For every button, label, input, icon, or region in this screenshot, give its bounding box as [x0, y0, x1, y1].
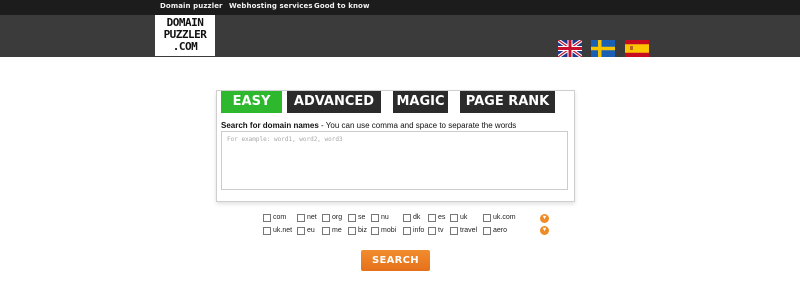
- tab-easy-label: EASY: [232, 94, 271, 109]
- search-panel: EASY ADVANCED MAGIC PAGE RANK Search for…: [216, 90, 575, 202]
- tab-advanced[interactable]: ADVANCED: [287, 91, 381, 113]
- tld-label: nu: [381, 214, 389, 221]
- tld-option-nu[interactable]: nu: [371, 213, 389, 223]
- top-nav: Domain puzzler Webhosting services Good …: [0, 0, 800, 15]
- tld-option-dk[interactable]: dk: [403, 213, 420, 223]
- tld-label: eu: [307, 227, 315, 234]
- tab-magic-label: MAGIC: [396, 94, 445, 109]
- tld-option-biz[interactable]: biz: [348, 226, 367, 236]
- checkbox[interactable]: [371, 214, 379, 222]
- checkbox[interactable]: [297, 214, 305, 222]
- tld-label: es: [438, 214, 446, 221]
- spanish-flag-icon[interactable]: [625, 40, 649, 57]
- checkbox[interactable]: [263, 214, 271, 222]
- tld-label: tv: [438, 227, 444, 234]
- tld-label: biz: [358, 227, 367, 234]
- tld-label: uk.com: [493, 214, 516, 221]
- header: DOMAIN PUZZLER .COM: [0, 15, 800, 57]
- logo-line-2: PUZZLER: [163, 28, 207, 41]
- search-instructions: Search for domain names - You can use co…: [221, 121, 516, 130]
- tld-option-org[interactable]: org: [322, 213, 342, 223]
- tld-option-com[interactable]: com: [263, 213, 286, 223]
- tab-magic[interactable]: MAGIC: [393, 91, 448, 113]
- tld-label: info: [413, 227, 425, 234]
- site-logo[interactable]: DOMAIN PUZZLER .COM: [155, 15, 215, 56]
- tld-option-net[interactable]: net: [297, 213, 317, 223]
- checkbox[interactable]: [483, 214, 491, 222]
- tab-page-rank[interactable]: PAGE RANK: [460, 91, 555, 113]
- tld-option-eu[interactable]: eu: [297, 226, 315, 236]
- tld-option-es[interactable]: es: [428, 213, 445, 223]
- checkbox[interactable]: [428, 227, 436, 235]
- checkbox[interactable]: [403, 214, 411, 222]
- expand-tlds-icon[interactable]: ▾: [540, 226, 549, 235]
- tld-label: com: [273, 214, 287, 221]
- tld-label: uk: [460, 214, 468, 221]
- tab-advanced-label: ADVANCED: [293, 94, 375, 109]
- tld-option-se[interactable]: se: [348, 213, 365, 223]
- checkbox[interactable]: [450, 227, 458, 235]
- tld-label: net: [307, 214, 317, 221]
- tld-label: dk: [413, 214, 421, 221]
- english-flag-icon[interactable]: [558, 40, 582, 57]
- checkbox[interactable]: [371, 227, 379, 235]
- tld-option-tv[interactable]: tv: [428, 226, 443, 236]
- checkbox[interactable]: [403, 227, 411, 235]
- checkbox[interactable]: [348, 227, 356, 235]
- tab-page-rank-label: PAGE RANK: [465, 94, 550, 109]
- nav-link-webhosting-services[interactable]: Webhosting services: [229, 2, 313, 10]
- swedish-flag-icon[interactable]: [591, 40, 615, 57]
- tld-option-travel[interactable]: travel: [450, 226, 477, 236]
- checkbox[interactable]: [322, 227, 330, 235]
- checkbox[interactable]: [450, 214, 458, 222]
- tld-label: aero: [493, 227, 508, 234]
- tld-option-uk[interactable]: uk: [450, 213, 467, 223]
- logo-line-3: .COM: [172, 40, 198, 53]
- tab-easy[interactable]: EASY: [221, 91, 282, 113]
- tld-label: me: [332, 227, 342, 234]
- checkbox[interactable]: [348, 214, 356, 222]
- search-hint: - You can use comma and space to separat…: [318, 121, 517, 130]
- tld-option-uk-net[interactable]: uk.net: [263, 226, 292, 236]
- tld-label: se: [358, 214, 366, 221]
- tld-option-uk-com[interactable]: uk.com: [483, 213, 516, 223]
- checkbox[interactable]: [263, 227, 271, 235]
- tld-label: mobi: [381, 227, 397, 234]
- tld-label: uk.net: [273, 227, 293, 234]
- domain-words-input[interactable]: [221, 131, 568, 190]
- logo-line-1: DOMAIN: [166, 16, 204, 29]
- checkbox[interactable]: [483, 227, 491, 235]
- checkbox[interactable]: [322, 214, 330, 222]
- nav-link-domain-puzzler[interactable]: Domain puzzler: [160, 2, 223, 10]
- checkbox[interactable]: [428, 214, 436, 222]
- tld-option-me[interactable]: me: [322, 226, 342, 236]
- tld-option-aero[interactable]: aero: [483, 226, 507, 236]
- search-heading: Search for domain names: [221, 121, 319, 130]
- expand-tlds-icon[interactable]: ▾: [540, 214, 549, 223]
- tld-label: org: [332, 214, 343, 221]
- tld-label: travel: [460, 227, 478, 234]
- nav-link-good-to-know[interactable]: Good to know: [314, 2, 370, 10]
- tld-option-info[interactable]: info: [403, 226, 424, 236]
- tld-option-mobi[interactable]: mobi: [371, 226, 396, 236]
- checkbox[interactable]: [297, 227, 305, 235]
- search-button[interactable]: SEARCH: [361, 250, 430, 271]
